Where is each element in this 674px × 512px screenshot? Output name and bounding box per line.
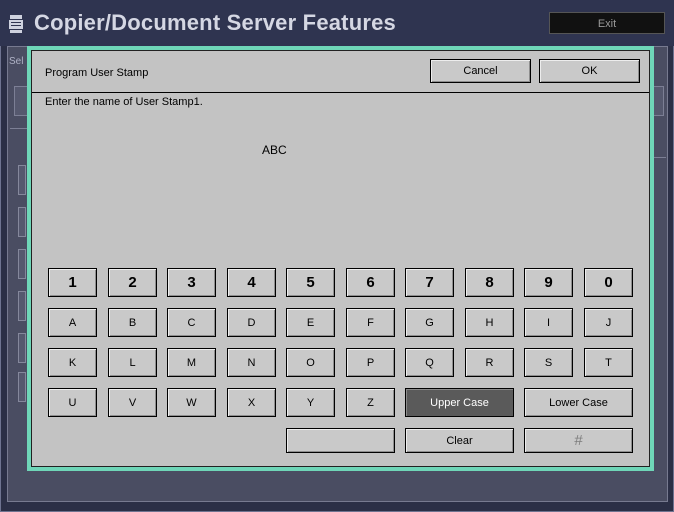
key-w[interactable]: W — [167, 388, 216, 417]
space-key[interactable] — [286, 428, 395, 453]
key-g[interactable]: G — [405, 308, 454, 337]
key-0[interactable]: 0 — [584, 268, 633, 297]
cancel-button[interactable]: Cancel — [430, 59, 531, 83]
user-stamp-dialog: Program User Stamp Cancel OK Enter the n… — [27, 46, 654, 471]
key-t[interactable]: T — [584, 348, 633, 377]
background-divider — [654, 157, 666, 158]
key-6[interactable]: 6 — [346, 268, 395, 297]
key-h[interactable]: H — [465, 308, 514, 337]
key-f[interactable]: F — [346, 308, 395, 337]
background-button — [18, 207, 26, 237]
key-s[interactable]: S — [524, 348, 573, 377]
title-bar: Copier/Document Server Features Exit — [0, 0, 674, 46]
key-3[interactable]: 3 — [167, 268, 216, 297]
key-4[interactable]: 4 — [227, 268, 276, 297]
key-d[interactable]: D — [227, 308, 276, 337]
key-a[interactable]: A — [48, 308, 97, 337]
upper-case-button[interactable]: Upper Case — [405, 388, 514, 417]
background-button — [18, 333, 26, 363]
key-l[interactable]: L — [108, 348, 157, 377]
key-n[interactable]: N — [227, 348, 276, 377]
background-button — [18, 165, 26, 195]
key-8[interactable]: 8 — [465, 268, 514, 297]
key-y[interactable]: Y — [286, 388, 335, 417]
header-divider — [32, 92, 649, 93]
dialog-body: Program User Stamp Cancel OK Enter the n… — [31, 50, 650, 467]
background-button — [18, 249, 26, 279]
background-divider — [10, 128, 28, 129]
key-i[interactable]: I — [524, 308, 573, 337]
dialog-title: Program User Stamp — [45, 67, 149, 79]
exit-button[interactable]: Exit — [549, 12, 665, 34]
key-k[interactable]: K — [48, 348, 97, 377]
hash-button[interactable]: # — [524, 428, 633, 453]
background-left-label: Sel — [9, 56, 24, 67]
copier-icon — [9, 15, 23, 33]
key-2[interactable]: 2 — [108, 268, 157, 297]
key-5[interactable]: 5 — [286, 268, 335, 297]
ok-button[interactable]: OK — [539, 59, 640, 83]
background-button — [18, 291, 26, 321]
background-button — [18, 372, 26, 402]
key-c[interactable]: C — [167, 308, 216, 337]
key-m[interactable]: M — [167, 348, 216, 377]
app-title: Copier/Document Server Features — [34, 10, 396, 35]
clear-button[interactable]: Clear — [405, 428, 514, 453]
key-1[interactable]: 1 — [48, 268, 97, 297]
key-p[interactable]: P — [346, 348, 395, 377]
key-b[interactable]: B — [108, 308, 157, 337]
stamp-name-value: ABC — [262, 143, 287, 157]
key-x[interactable]: X — [227, 388, 276, 417]
key-9[interactable]: 9 — [524, 268, 573, 297]
key-v[interactable]: V — [108, 388, 157, 417]
lower-case-button[interactable]: Lower Case — [524, 388, 633, 417]
key-z[interactable]: Z — [346, 388, 395, 417]
key-j[interactable]: J — [584, 308, 633, 337]
key-q[interactable]: Q — [405, 348, 454, 377]
key-r[interactable]: R — [465, 348, 514, 377]
key-u[interactable]: U — [48, 388, 97, 417]
key-e[interactable]: E — [286, 308, 335, 337]
key-7[interactable]: 7 — [405, 268, 454, 297]
key-o[interactable]: O — [286, 348, 335, 377]
prompt-text: Enter the name of User Stamp1. — [45, 96, 203, 108]
